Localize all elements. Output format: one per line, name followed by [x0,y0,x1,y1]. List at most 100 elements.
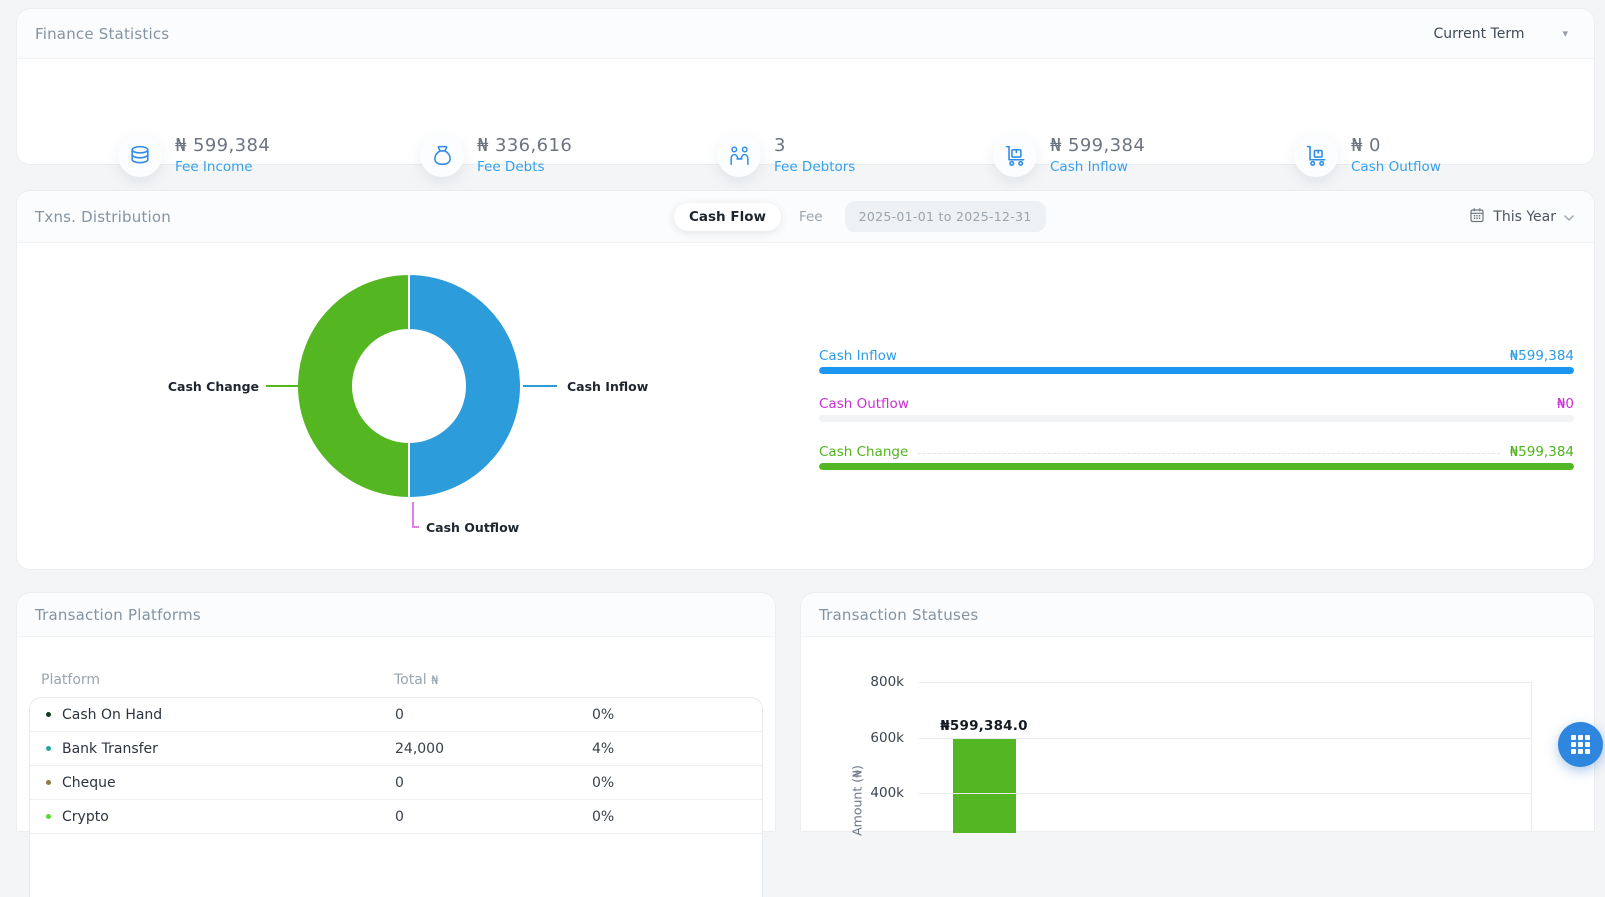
platforms-table: Cash On Hand 0 0% Bank Transfer 24,000 4% Cheq… [29,697,763,897]
apps-grid-fab-button[interactable] [1558,722,1603,767]
legend-row-cash-change: Cash Change ₦599,384 [819,444,1574,470]
platform-percent: 0% [592,706,615,723]
donut-slice-cash-change[interactable] [296,272,410,500]
legend-row-cash-outflow: Cash Outflow ₦0 [819,396,1574,422]
legend-progress-track [819,367,1574,374]
term-selector-value: Current Term [1433,25,1525,42]
txns-distribution-header: Txns. Distribution Cash Flow Fee 2025-01-0… [17,191,1594,243]
legend-row-cash-inflow: Cash Inflow ₦599,384 [819,348,1574,374]
chevron-down-icon [1564,209,1574,225]
column-header-total: Total ₦ [394,672,439,688]
gridline-800k [919,682,1531,683]
platform-name-cell: Bank Transfer [30,741,395,757]
legend-label: Cash Inflow [819,347,897,364]
legend-row-top: Cash Inflow ₦599,384 [819,347,1574,364]
date-range-filter[interactable]: 2025-01-01 to 2025-12-31 [844,201,1046,232]
txns-distribution-body: Cash Inflow Cash Change Cash Outflow Cas… [17,243,1594,569]
stat-value: ₦ 599,384 [175,134,271,156]
stat-text: ₦ 0 Cash Outflow [1351,134,1441,175]
stat-label: Cash Outflow [1351,158,1441,175]
platform-name: Cash On Hand [62,706,163,723]
stat-label: Fee Debtors [774,158,856,175]
platform-name-cell: Cash On Hand [30,707,395,723]
platform-percent: 4% [592,740,615,757]
y-tick-400k: 400k [870,785,904,801]
stat-text: 3 Fee Debtors [774,134,856,175]
stat-item-fee-income: ₦ 599,384 Fee Income [118,133,270,177]
stat-label: Fee Debts [477,158,545,175]
caret-down-icon: ▾ [1562,27,1568,40]
transaction-statuses-title: Transaction Statuses [819,605,979,624]
gridline-600k [919,738,1531,739]
stat-value: ₦ 336,616 [477,134,573,156]
legend-progress-track [819,415,1574,422]
stat-text: ₦ 336,616 Fee Debts [477,134,573,175]
stats-row: ₦ 599,384 Fee Income ₦ 336,616 Fee Debts 3 Fe… [17,59,1594,177]
callout-line-cash-outflow [412,502,419,528]
money-bag-icon [420,133,464,177]
legend-label: Cash Outflow [819,395,909,412]
tab-fee[interactable]: Fee [793,203,829,231]
stat-item-fee-debtors: 3 Fee Debtors [717,133,855,177]
platform-color-dot [46,746,51,751]
finance-statistics-card: Finance Statistics Current Term ▾ ₦ 599,… [16,8,1595,177]
period-selector-value: This Year [1493,208,1556,225]
cart-outflow-icon [1294,133,1338,177]
legend-row-top: Cash Change ₦599,384 [819,443,1574,460]
table-row-cheque: Cheque 0 0% [30,766,762,800]
transaction-platforms-title: Transaction Platforms [35,605,201,624]
transaction-statuses-header: Transaction Statuses [801,593,1594,637]
legend-progress-fill [819,367,1574,374]
donut-label-cash-change: Cash Change [168,379,259,394]
platform-total: 0 [395,706,404,723]
table-row-crypto: Crypto 0 0% [30,800,762,834]
period-selector[interactable]: This Year [1469,207,1576,227]
transaction-platforms-card: Transaction Platforms Platform Total ₦ C… [16,592,776,897]
stat-value: ₦ 599,384 [1050,134,1146,156]
leader-line [918,453,1500,454]
gridline-400k [919,793,1531,794]
stat-text: ₦ 599,384 Fee Income [175,134,271,175]
transaction-statuses-card: Transaction Statuses Amount (₦) ₦599,384… [800,592,1595,836]
calendar-icon [1469,207,1485,227]
stat-value: 3 [774,134,786,156]
cashflow-donut-chart: Cash Inflow Cash Change Cash Outflow [168,272,649,535]
stat-text: ₦ 599,384 Cash Inflow [1050,134,1146,175]
column-header-platform: Platform [41,672,101,688]
platform-total: 24,000 [395,740,444,757]
platform-color-dot [46,712,51,717]
stat-item-cash-outflow: ₦ 0 Cash Outflow [1294,133,1441,177]
finance-dashboard: { "finance_statistics": { "title": "Fina… [0,0,1605,897]
stat-label: Fee Income [175,158,253,175]
y-tick-600k: 600k [870,730,904,746]
distribution-tabs: Cash Flow Fee 2025-01-01 to 2025-12-31 [674,191,1046,242]
naira-symbol: ₦ [431,673,439,687]
txns-distribution-title: Txns. Distribution [35,207,172,226]
legend-value: ₦599,384 [1509,347,1574,364]
stat-label: Cash Inflow [1050,158,1128,175]
txns-distribution-card: Txns. Distribution Cash Flow Fee 2025-01-0… [16,190,1595,570]
transaction-platforms-header: Transaction Platforms [17,593,775,637]
status-bar[interactable] [953,738,1016,833]
platform-name-cell: Cheque [30,775,395,791]
stat-value: ₦ 0 [1351,134,1381,156]
y-tick-800k: 800k [870,674,904,690]
platform-color-dot [46,780,51,785]
legend-progress-fill [819,463,1574,470]
tab-cash-flow[interactable]: Cash Flow [674,202,781,231]
cashflow-legend: Cash Inflow ₦599,384 Cash Outflow ₦0 Cash Ch… [819,243,1574,492]
statuses-bar-chart: Amount (₦) ₦599,384.0 800k 600k 400k [801,638,1594,836]
legend-progress-track [819,463,1574,470]
bar-data-label: ₦599,384.0 [940,718,1028,734]
legend-label: Cash Change [819,443,909,460]
finance-statistics-title: Finance Statistics [35,24,170,43]
platform-name: Bank Transfer [62,740,158,757]
donut-label-cash-inflow: Cash Inflow [567,379,649,394]
legend-row-top: Cash Outflow ₦0 [819,395,1574,412]
table-row-cash-on-hand: Cash On Hand 0 0% [30,698,762,732]
table-row-bank-transfer: Bank Transfer 24,000 4% [30,732,762,766]
term-selector[interactable]: Current Term ▾ [1434,26,1577,42]
cart-inflow-icon [993,133,1037,177]
donut-slice-cash-inflow[interactable] [408,272,522,500]
stat-item-fee-debts: ₦ 336,616 Fee Debts [420,133,572,177]
